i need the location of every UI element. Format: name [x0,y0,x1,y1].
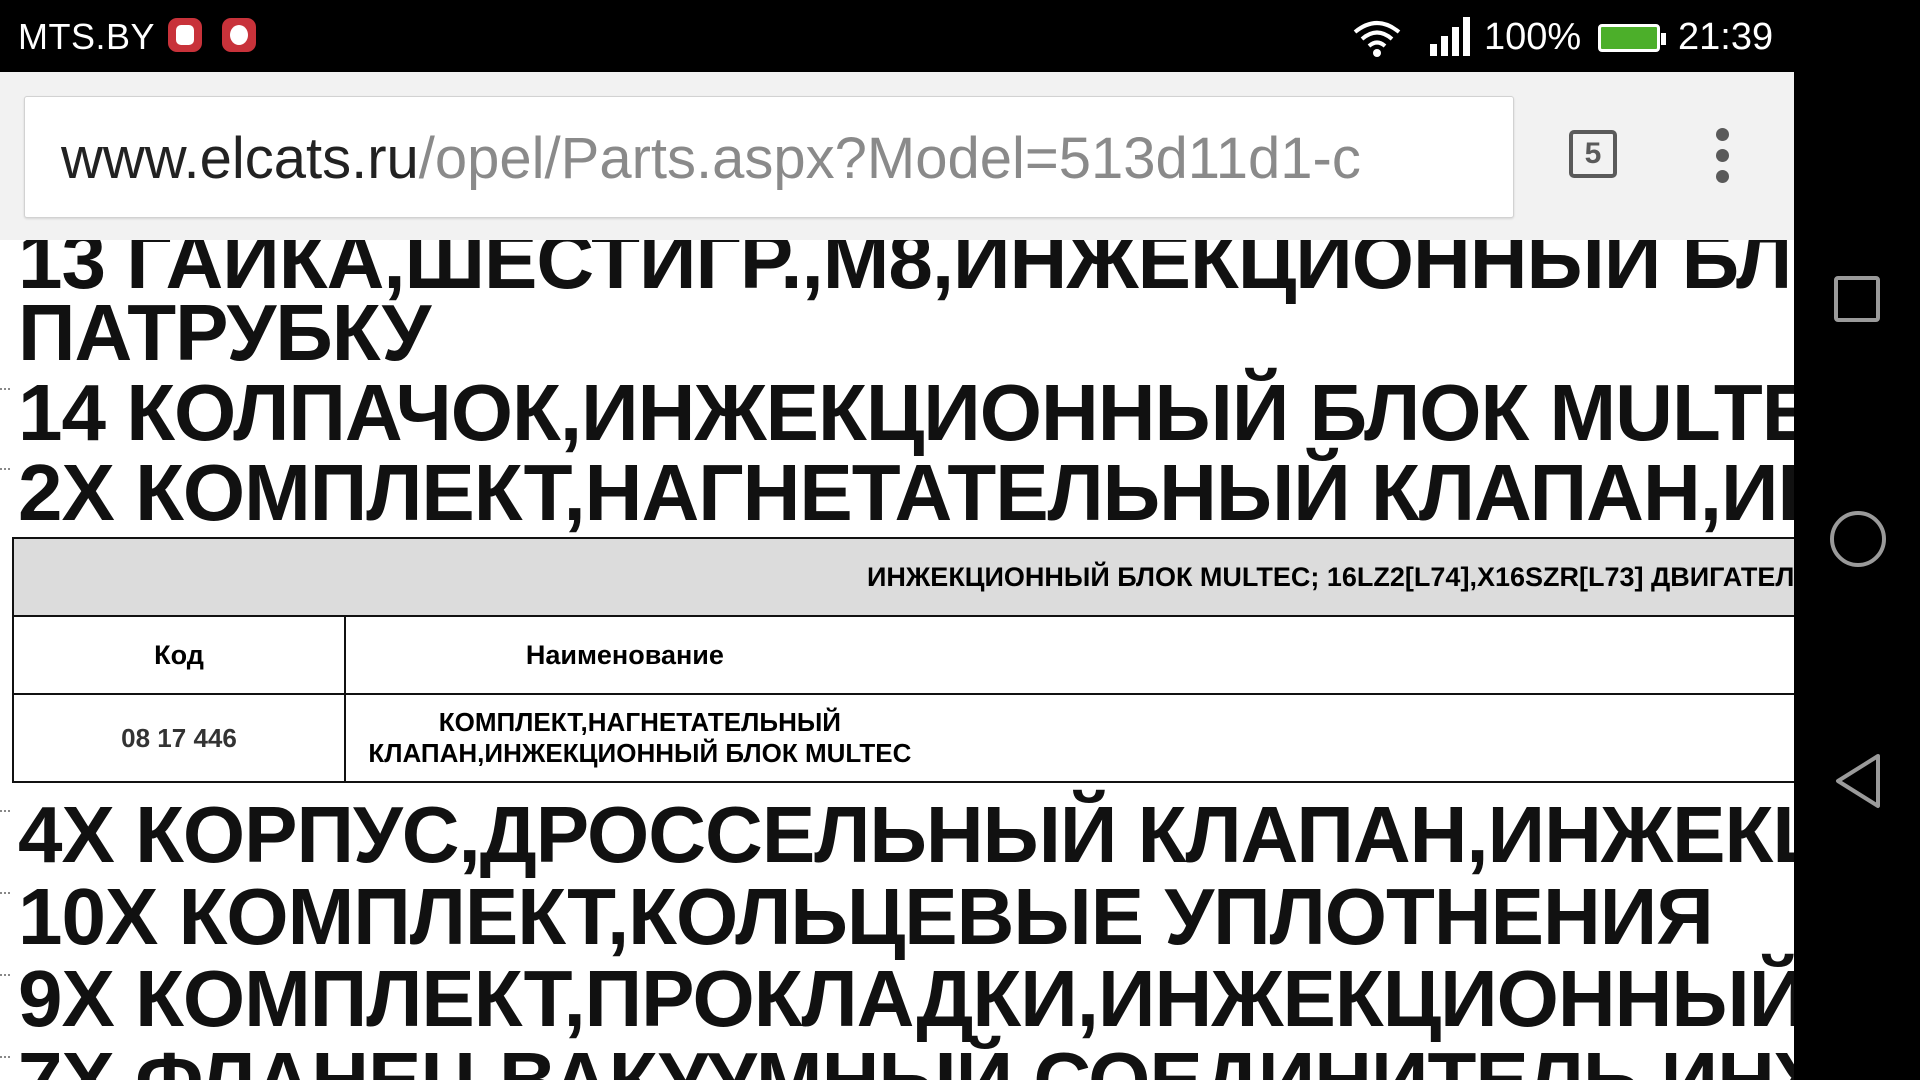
navigation-bar [1794,0,1920,1080]
column-header-code: Код [12,615,346,695]
part-line[interactable]: 9X КОМПЛЕКТ,ПРОКЛАДКИ,ИНЖЕКЦИОННЫЙ БЛОК [18,956,1794,1042]
table-title: ИНЖЕКЦИОННЫЙ БЛОК MULTEC; 16LZ2[L74],X16… [12,537,1794,617]
tree-marker [0,468,10,476]
url-host: www.elcats.ru [61,126,419,191]
column-header-name: Наименование [344,615,1794,695]
tree-marker [0,974,10,982]
signal-icon [1430,17,1470,56]
back-icon[interactable] [1832,752,1884,810]
opera-icon [222,18,256,52]
status-bar: MTS.BY 100% 21:39 [0,0,1794,72]
tab-switcher-button[interactable]: 5 [1569,130,1617,178]
part-line[interactable]: 14 КОЛПАЧОК,ИНЖЕКЦИОННЫЙ БЛОК MULTEC [18,370,1794,456]
carrier-name: MTS.BY [18,16,156,57]
battery-percent: 100% [1484,16,1582,58]
part-line[interactable]: 4X КОРПУС,ДРОССЕЛЬНЫЙ КЛАПАН,ИНЖЕКЦИОННЫ… [18,792,1794,878]
part-line[interactable]: 2X КОМПЛЕКТ,НАГНЕТАТЕЛЬНЫЙ КЛАПАН,ИНЖЕКЦ… [18,450,1794,536]
url-text[interactable]: www.elcats.ru/opel/Parts.aspx?Model=513d… [61,129,1361,189]
clock: 21:39 [1678,16,1774,58]
address-bar[interactable]: www.elcats.ru/opel/Parts.aspx?Model=513d… [24,96,1514,218]
battery-icon [1598,24,1666,52]
recent-apps-icon[interactable] [1834,276,1880,322]
browser-toolbar: www.elcats.ru/opel/Parts.aspx?Model=513d… [0,72,1794,240]
tree-marker [0,1056,10,1064]
wifi-icon [1353,21,1401,57]
part-line[interactable]: ПАТРУБКУ [18,290,431,376]
part-code-cell[interactable]: 08 17 446 [12,693,346,783]
part-line[interactable]: 10X КОМПЛЕКТ,КОЛЬЦЕВЫЕ УПЛОТНЕНИЯ [18,874,1714,960]
table-row[interactable]: 08 17 446 КОМПЛЕКТ,НАГНЕТАТЕЛЬНЫЙ КЛАПАН… [12,693,1794,783]
home-icon[interactable] [1830,511,1886,567]
url-path: /opel/Parts.aspx?Model=513d11d1-c [418,126,1361,191]
tree-marker [0,892,10,900]
overflow-menu-icon[interactable] [1706,128,1740,184]
part-line[interactable]: 7X ФЛАНЕЦ,ВАКУУМНЫЙ СОЕДИНИТЕЛЬ,ИНЖЕКЦИО… [18,1038,1794,1080]
part-name-cell: КОМПЛЕКТ,НАГНЕТАТЕЛЬНЫЙ КЛАПАН,ИНЖЕКЦИОН… [344,693,1794,783]
tree-marker [0,810,10,818]
tree-marker [0,388,10,396]
web-page-content: 13 ГАЙКА,ШЕСТИГР.,М8,ИНЖЕКЦИОННЫЙ БЛОК П… [0,240,1794,1080]
phone-app-icon [168,18,202,52]
parts-table: ИНЖЕКЦИОННЫЙ БЛОК MULTEC; 16LZ2[L74],X16… [12,537,1794,783]
